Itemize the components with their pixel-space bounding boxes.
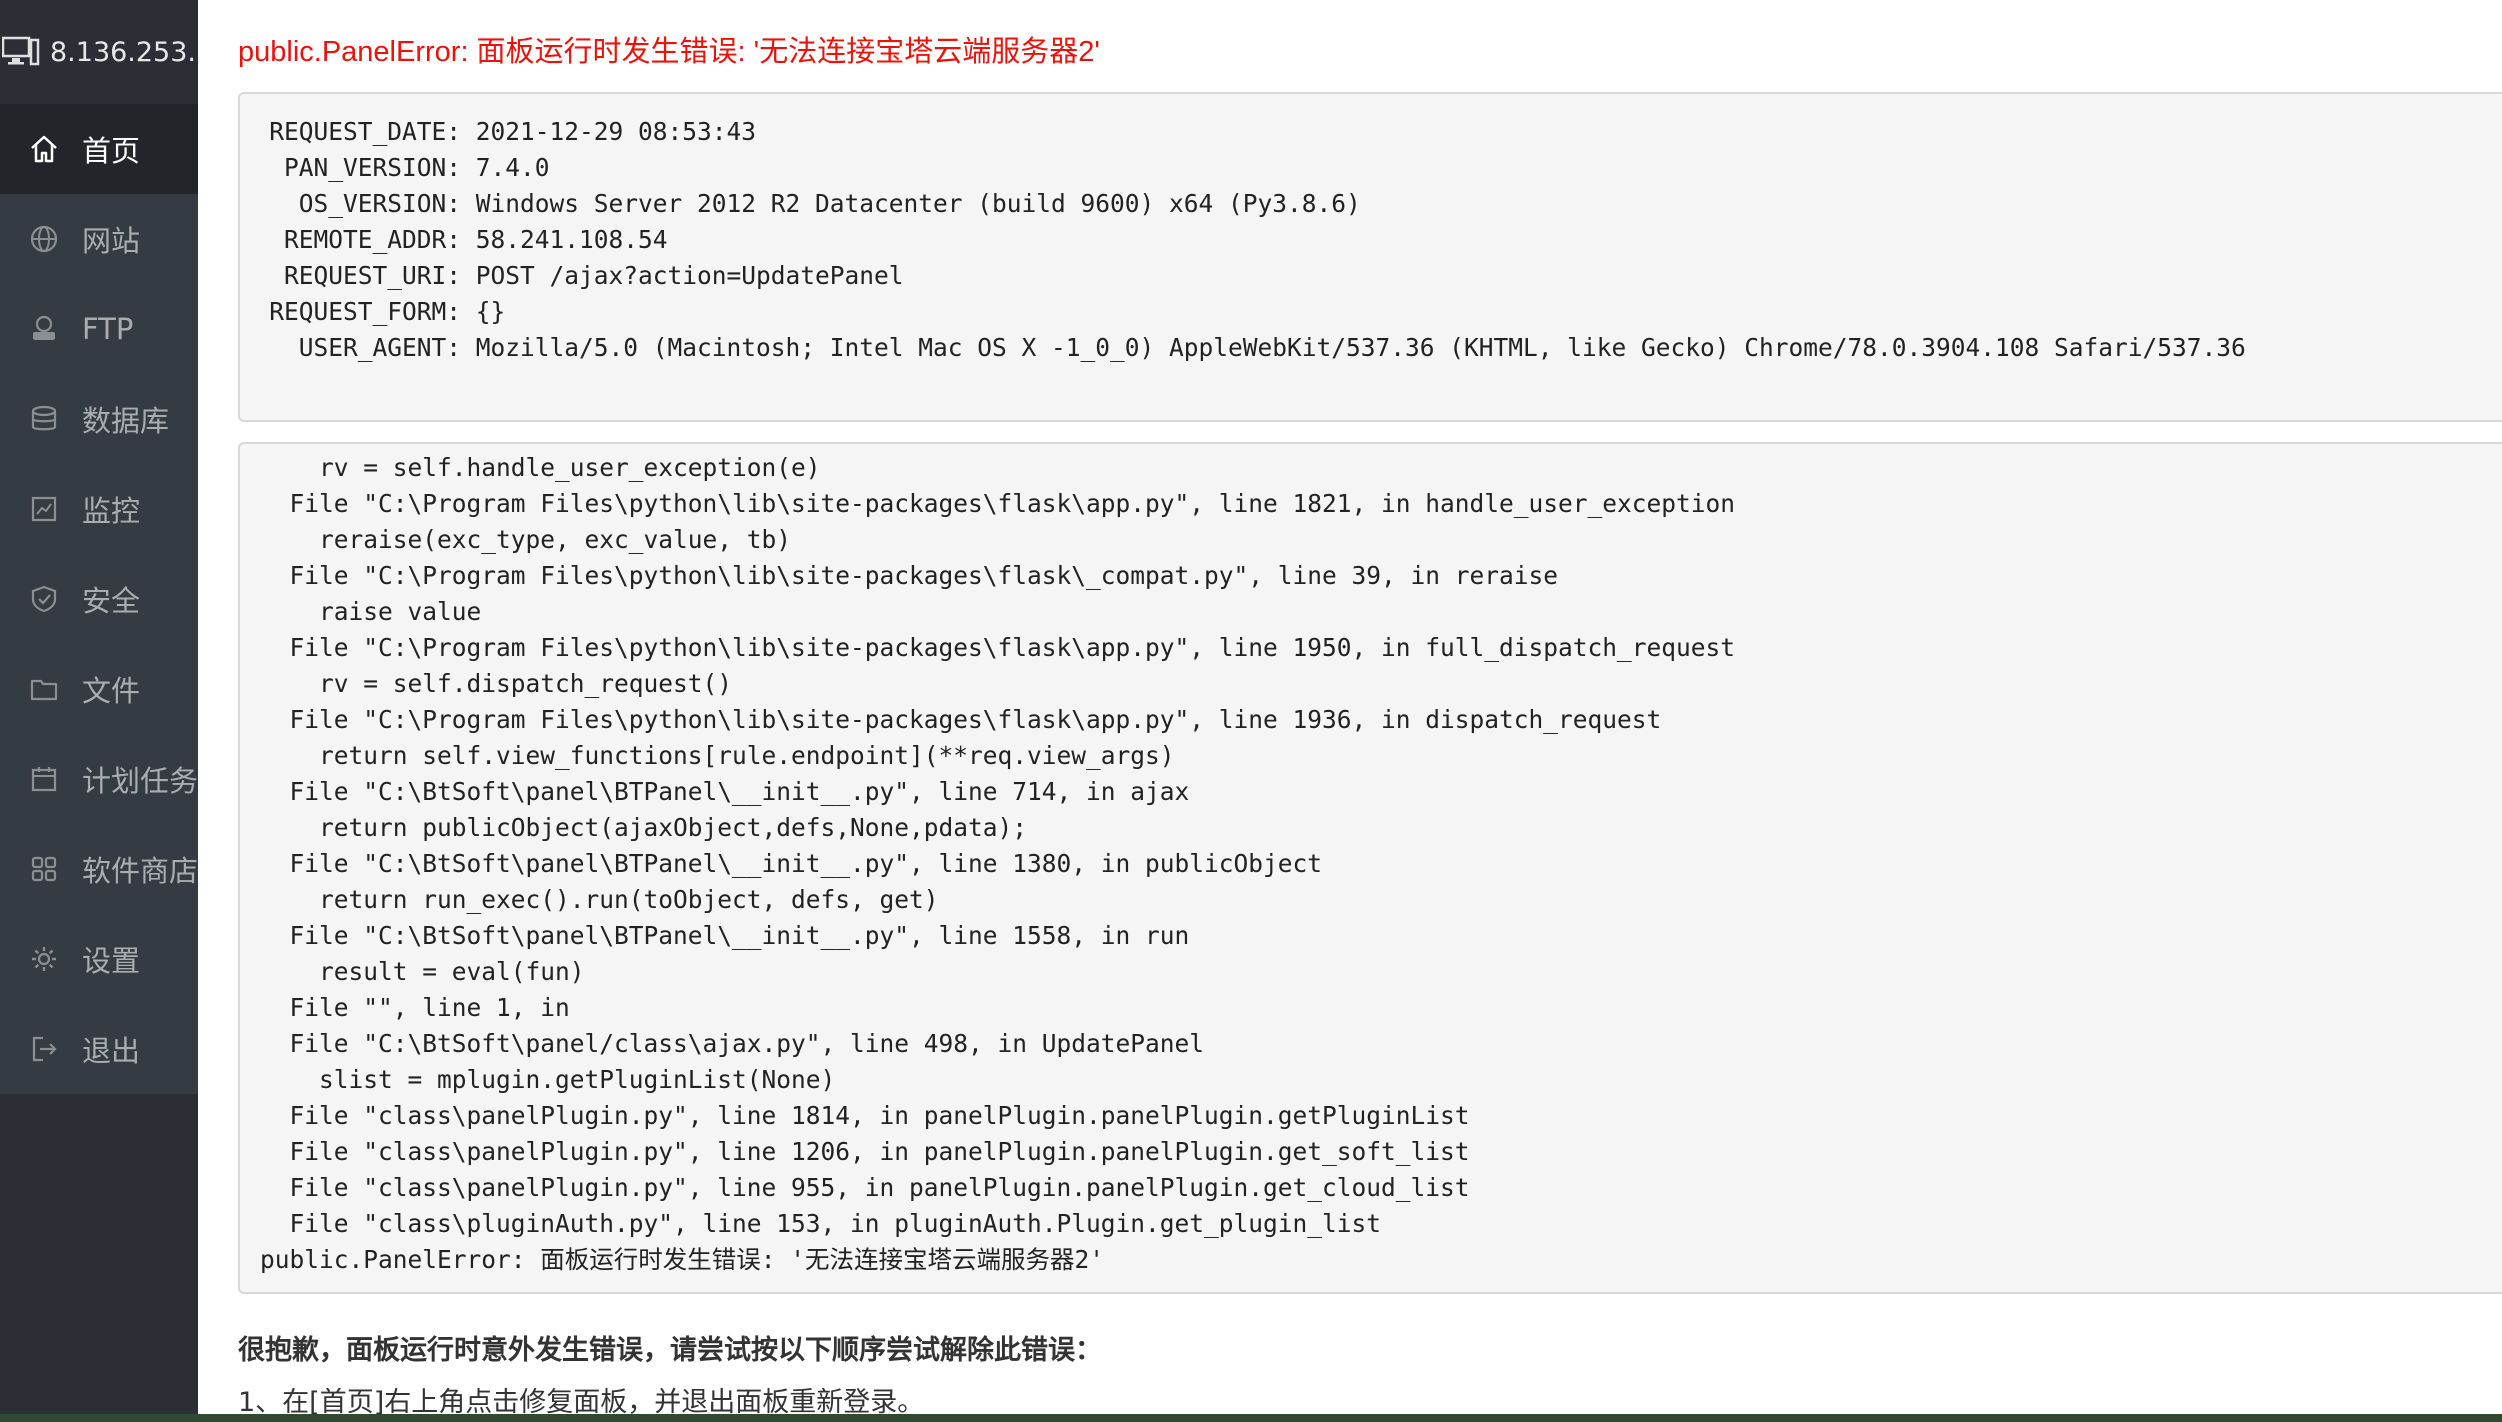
sidebar-item-files[interactable]: 文件 — [0, 644, 198, 734]
field-key: PAN_VERSION: — [283, 153, 461, 182]
traceback-line: slist = mplugin.getPluginList(None) — [260, 1065, 836, 1094]
traceback-line: File "C:\BtSoft\panel\BTPanel\__init__.p… — [260, 777, 1190, 806]
traceback-line: result = eval(fun) — [260, 957, 585, 986]
sidebar-item-label: 网站 — [82, 224, 141, 258]
traceback-line: File "", line 1, in — [260, 993, 570, 1022]
traceback-line: File "class\panelPlugin.py", line 1814, … — [260, 1101, 1470, 1130]
sidebar-item-cron[interactable]: 计划任务 — [0, 734, 198, 824]
sidebar-nav: 首页 网站 FTP 数据库 监控 安全 文件 计划任务 软件商店 设置 退出 — [0, 104, 198, 1094]
request-date-row: REQUEST_DATE: 2021-12-29 08:53:43 — [260, 114, 2482, 150]
request-info-panel: REQUEST_DATE: 2021-12-29 08:53:43 PAN_VE… — [238, 92, 2502, 422]
traceback-line: File "C:\BtSoft\panel\BTPanel\__init__.p… — [260, 849, 1323, 878]
gear-icon — [24, 939, 64, 979]
field-key: OS_VERSION: — [298, 189, 461, 218]
request-uri-row: REQUEST_URI: POST /ajax?action=UpdatePan… — [260, 258, 2482, 294]
sidebar-item-label: 首页 — [82, 134, 141, 168]
field-value: {} — [475, 297, 506, 326]
field-key: USER_AGENT: — [298, 333, 461, 362]
request-form-row: REQUEST_FORM: {} — [260, 294, 2482, 330]
sidebar-item-store[interactable]: 软件商店 — [0, 824, 198, 914]
traceback-line: raise value — [260, 597, 482, 626]
field-key: REQUEST_DATE: — [269, 117, 461, 146]
error-page: public.PanelError: 面板运行时发生错误: '无法连接宝塔云端服… — [198, 0, 2502, 1422]
traceback-line: File "class\pluginAuth.py", line 153, in… — [260, 1209, 1382, 1238]
traceback-line: public.PanelError: 面板运行时发生错误: '无法连接宝塔云端服… — [260, 1245, 1105, 1274]
traceback-line: File "C:\Program Files\python\lib\site-p… — [260, 561, 1559, 590]
sidebar-item-home[interactable]: 首页 — [0, 104, 198, 194]
sidebar-item-label: 数据库 — [82, 404, 170, 438]
sidebar-item-database[interactable]: 数据库 — [0, 374, 198, 464]
folder-icon — [24, 669, 64, 709]
traceback-line: reraise(exc_type, exc_value, tb) — [260, 525, 792, 554]
sidebar-item-label: 文件 — [82, 674, 141, 708]
grid-icon — [24, 849, 64, 889]
traceback-line: return self.view_functions[rule.endpoint… — [260, 741, 1175, 770]
field-key: REQUEST_FORM: — [269, 297, 461, 326]
sidebar-item-ftp[interactable]: FTP — [0, 284, 198, 374]
traceback-line: File "class\panelPlugin.py", line 1206, … — [260, 1137, 1470, 1166]
field-value: POST /ajax?action=UpdatePanel — [475, 261, 904, 290]
field-value: 7.4.0 — [475, 153, 550, 182]
sidebar-item-label: FTP — [82, 312, 134, 346]
traceback-panel: rv = self.handle_user_exception(e) File … — [238, 442, 2502, 1294]
field-value: 58.241.108.54 — [475, 225, 668, 254]
field-value: Mozilla/5.0 (Macintosh; Intel Mac OS X -… — [475, 333, 2246, 362]
sidebar-item-label: 计划任务 — [81, 764, 198, 798]
bottom-strip — [0, 1414, 2502, 1422]
help-heading: 很抱歉，面板运行时意外发生错误，请尝试按以下顺序尝试解除此错误： — [238, 1335, 1102, 1366]
sidebar: 8.136.253.2 首页 网站 FTP 数据库 监控 安全 文件 计划任务 … — [0, 0, 198, 1422]
monitor-icon — [24, 489, 64, 529]
sidebar-item-label: 设置 — [82, 944, 141, 978]
sidebar-item-label: 监控 — [82, 494, 141, 528]
field-value: 2021-12-29 08:53:43 — [475, 117, 757, 146]
error-title: public.PanelError: 面板运行时发生错误: '无法连接宝塔云端服… — [238, 36, 1100, 68]
field-key: REMOTE_ADDR: — [283, 225, 461, 254]
traceback-line: return run_exec().run(toObject, defs, ge… — [260, 885, 939, 914]
field-value: Windows Server 2012 R2 Datacenter (build… — [475, 189, 1361, 218]
sidebar-item-logout[interactable]: 退出 — [0, 1004, 198, 1094]
user-agent-row: USER_AGENT: Mozilla/5.0 (Macintosh; Inte… — [260, 330, 2482, 366]
server-ip: 8.136.253.2 — [50, 36, 198, 68]
traceback-line: File "C:\Program Files\python\lib\site-p… — [260, 489, 1736, 518]
panel-version-row: PAN_VERSION: 7.4.0 — [260, 150, 2482, 186]
logout-icon — [24, 1029, 64, 1069]
sidebar-item-label: 软件商店 — [81, 854, 198, 888]
traceback-line: rv = self.dispatch_request() — [260, 669, 733, 698]
sidebar-item-website[interactable]: 网站 — [0, 194, 198, 284]
field-key: REQUEST_URI: — [283, 261, 461, 290]
sidebar-lower-area — [0, 1094, 198, 1422]
calendar-icon — [24, 759, 64, 799]
remote-addr-row: REMOTE_ADDR: 58.241.108.54 — [260, 222, 2482, 258]
database-icon — [24, 399, 64, 439]
traceback-line: File "class\panelPlugin.py", line 955, i… — [260, 1173, 1470, 1202]
home-icon — [24, 129, 64, 169]
ftp-icon — [24, 309, 64, 349]
traceback-line: File "C:\BtSoft\panel/class\ajax.py", li… — [260, 1029, 1205, 1058]
sidebar-item-label: 退出 — [82, 1034, 141, 1068]
traceback-line: File "C:\Program Files\python\lib\site-p… — [260, 633, 1736, 662]
traceback-line: File "C:\BtSoft\panel\BTPanel\__init__.p… — [260, 921, 1190, 950]
globe-icon — [24, 219, 64, 259]
server-icon — [2, 34, 40, 70]
traceback-line: File "C:\Program Files\python\lib\site-p… — [260, 705, 1662, 734]
sidebar-item-monitor[interactable]: 监控 — [0, 464, 198, 554]
sidebar-item-label: 安全 — [82, 584, 141, 618]
traceback-line: return publicObject(ajaxObject,defs,None… — [260, 813, 1028, 842]
sidebar-item-security[interactable]: 安全 — [0, 554, 198, 644]
shield-icon — [24, 579, 64, 619]
os-version-row: OS_VERSION: Windows Server 2012 R2 Datac… — [260, 186, 2482, 222]
sidebar-item-settings[interactable]: 设置 — [0, 914, 198, 1004]
traceback-line: rv = self.handle_user_exception(e) — [260, 453, 821, 482]
sidebar-header: 8.136.253.2 — [0, 0, 198, 104]
